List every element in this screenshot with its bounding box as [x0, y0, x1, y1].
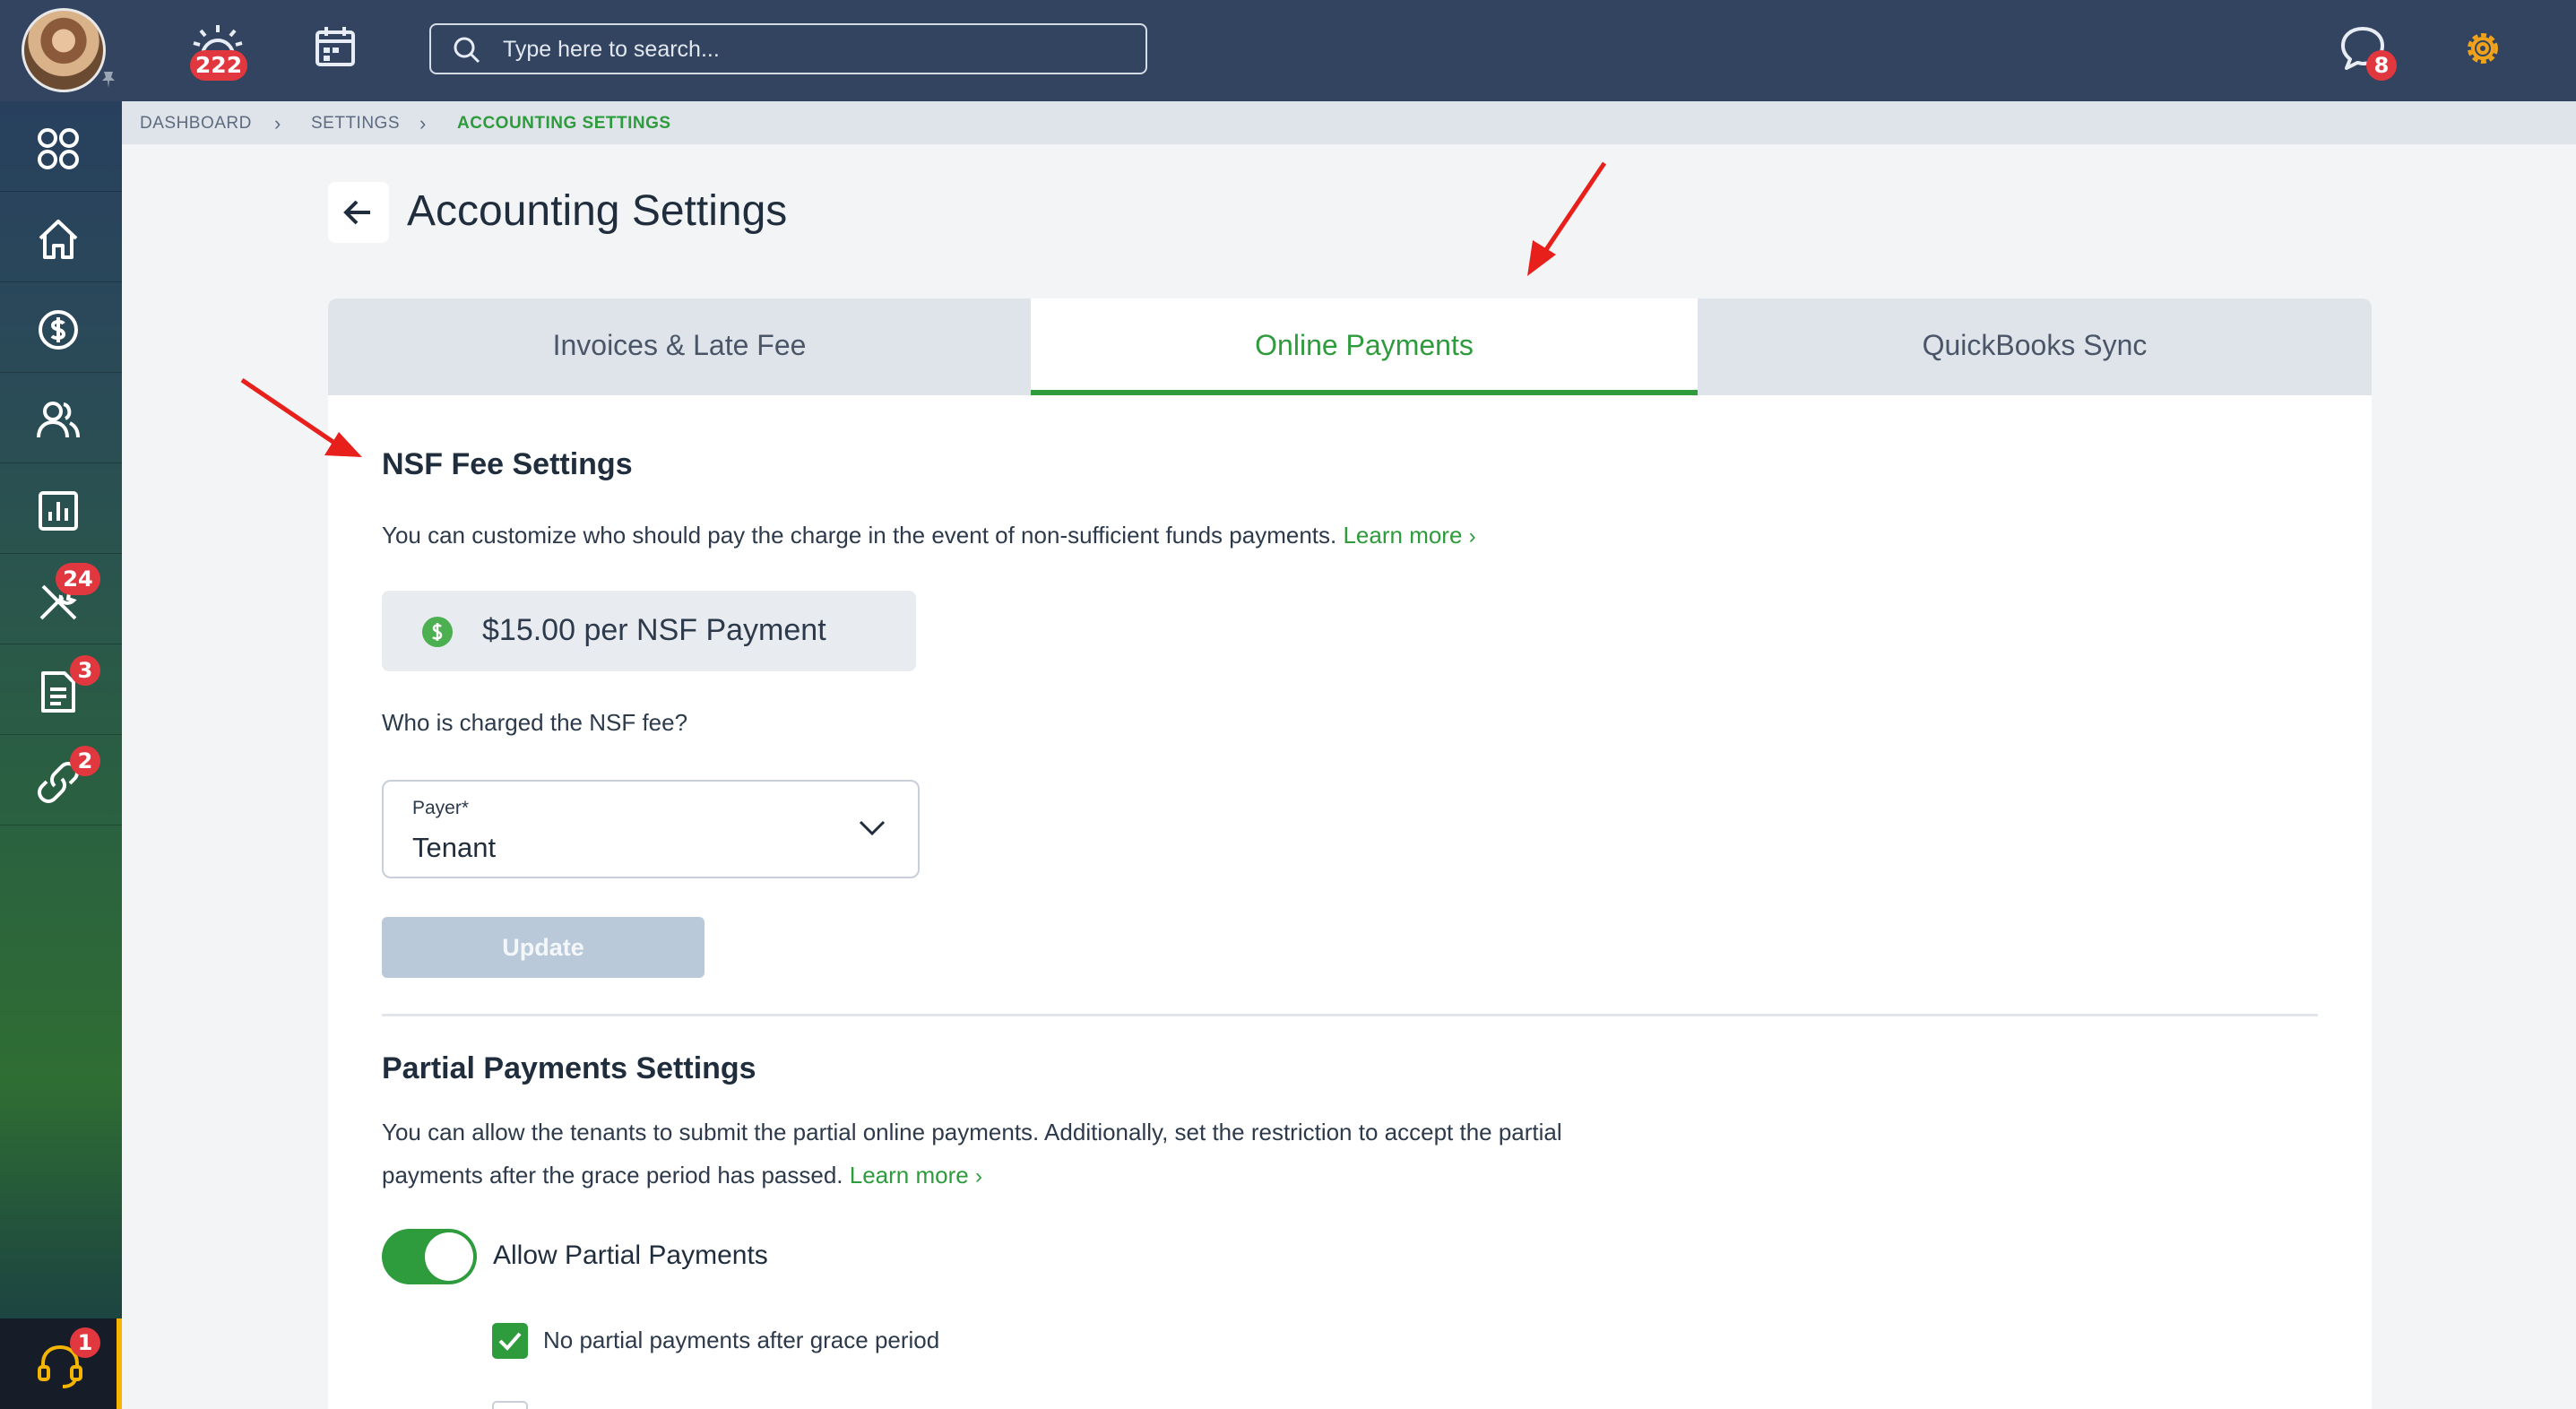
partial-learn-more-link[interactable]: Learn more › — [850, 1162, 982, 1189]
learn-more-label: Learn more — [849, 1162, 969, 1189]
notifications-button[interactable]: 222 — [190, 23, 247, 81]
calendar-icon[interactable] — [314, 25, 357, 68]
section-divider — [382, 1014, 2318, 1016]
breadcrumb: DASHBOARD › SETTINGS › ACCOUNTING SETTIN… — [122, 101, 2576, 144]
chevron-down-icon — [859, 820, 886, 836]
sidebar: 24 3 2 — [0, 101, 122, 1409]
dollar-icon — [39, 310, 78, 350]
checkmark-icon — [498, 1332, 522, 1351]
tab-quickbooks-sync[interactable]: QuickBooks Sync — [1698, 298, 2372, 395]
partial-description-line1: You can allow the tenants to submit the … — [382, 1119, 1562, 1145]
page-title: Accounting Settings — [407, 187, 788, 235]
nsf-heading: NSF Fee Settings — [382, 447, 633, 481]
partial-description-line2: payments after the grace period has pass… — [382, 1162, 843, 1189]
search-icon — [454, 37, 480, 64]
nsf-description-text: You can customize who should pay the cha… — [382, 522, 1337, 549]
support-badge: 1 — [70, 1327, 100, 1358]
payer-label: Payer* — [412, 798, 470, 818]
support-button[interactable]: 1 — [0, 1318, 122, 1409]
gear-icon[interactable] — [2461, 27, 2504, 70]
payer-value: Tenant — [412, 832, 497, 863]
annotation-arrow-icon — [240, 377, 362, 457]
chevron-right-icon: › — [1468, 524, 1476, 549]
top-bar: 222 8 — [0, 0, 2576, 101]
dollar-circle-icon — [422, 617, 453, 647]
user-avatar[interactable] — [22, 8, 106, 92]
messages-badge: 8 — [2366, 50, 2397, 81]
nsf-fee-display: $15.00 per NSF Payment — [382, 591, 916, 671]
chevron-right-icon: › — [419, 112, 427, 134]
allow-partial-payments-toggle[interactable] — [382, 1229, 477, 1284]
breadcrumb-accounting-settings: ACCOUNTING SETTINGS — [457, 114, 671, 133]
back-button[interactable] — [328, 182, 389, 243]
links-badge: 2 — [70, 746, 100, 776]
sidebar-item-documents[interactable]: 3 — [0, 644, 122, 735]
search-input[interactable] — [503, 32, 1130, 66]
messages-button[interactable]: 8 — [2339, 25, 2397, 81]
nsf-question: Who is charged the NSF fee? — [382, 709, 688, 736]
learn-more-label: Learn more — [1343, 522, 1463, 549]
secondary-checkbox[interactable] — [492, 1401, 528, 1409]
annotation-arrow-icon — [1527, 161, 1607, 276]
breadcrumb-dashboard[interactable]: DASHBOARD — [140, 114, 252, 134]
pin-icon — [102, 72, 115, 88]
settings-card: Invoices & Late Fee Online Payments Quic… — [328, 298, 2372, 1409]
sidebar-item-home[interactable] — [0, 192, 122, 282]
sidebar-item-maintenance[interactable]: 24 — [0, 554, 122, 644]
sidebar-item-reports[interactable] — [0, 463, 122, 554]
chevron-right-icon: › — [274, 112, 281, 134]
arrow-left-icon — [343, 200, 370, 225]
sidebar-item-links[interactable]: 2 — [0, 735, 122, 826]
grid-icon — [38, 128, 79, 169]
tab-invoices-late-fee[interactable]: Invoices & Late Fee — [328, 298, 1031, 395]
maintenance-badge: 24 — [56, 563, 100, 595]
partial-heading: Partial Payments Settings — [382, 1051, 756, 1085]
chevron-right-icon: › — [974, 1164, 982, 1189]
documents-badge: 3 — [70, 655, 100, 686]
toggle-knob — [425, 1232, 473, 1281]
notifications-badge: 222 — [190, 50, 247, 81]
no-partial-after-grace-checkbox[interactable] — [492, 1323, 528, 1359]
nsf-description: You can customize who should pay the cha… — [382, 514, 1476, 558]
search-bar[interactable] — [429, 23, 1147, 74]
nsf-learn-more-link[interactable]: Learn more › — [1343, 522, 1475, 549]
home-icon — [39, 220, 78, 259]
sidebar-item-people[interactable] — [0, 373, 122, 463]
sidebar-item-apps[interactable] — [0, 101, 122, 192]
partial-description-line2-wrap: payments after the grace period has pass… — [382, 1154, 1562, 1198]
people-icon — [37, 402, 80, 438]
sidebar-item-accounting[interactable] — [0, 282, 122, 373]
tab-online-payments[interactable]: Online Payments — [1031, 298, 1698, 395]
update-button[interactable]: Update — [382, 917, 705, 978]
nsf-fee-amount: $15.00 per NSF Payment — [482, 613, 826, 647]
partial-description: You can allow the tenants to submit the … — [382, 1111, 1562, 1198]
allow-partial-payments-label: Allow Partial Payments — [493, 1240, 768, 1270]
payer-select[interactable]: Payer* Tenant — [382, 780, 920, 878]
tab-bar: Invoices & Late Fee Online Payments Quic… — [328, 298, 2372, 395]
no-partial-after-grace-label: No partial payments after grace period — [543, 1327, 940, 1353]
breadcrumb-settings[interactable]: SETTINGS — [311, 114, 400, 134]
chart-icon — [39, 491, 78, 531]
